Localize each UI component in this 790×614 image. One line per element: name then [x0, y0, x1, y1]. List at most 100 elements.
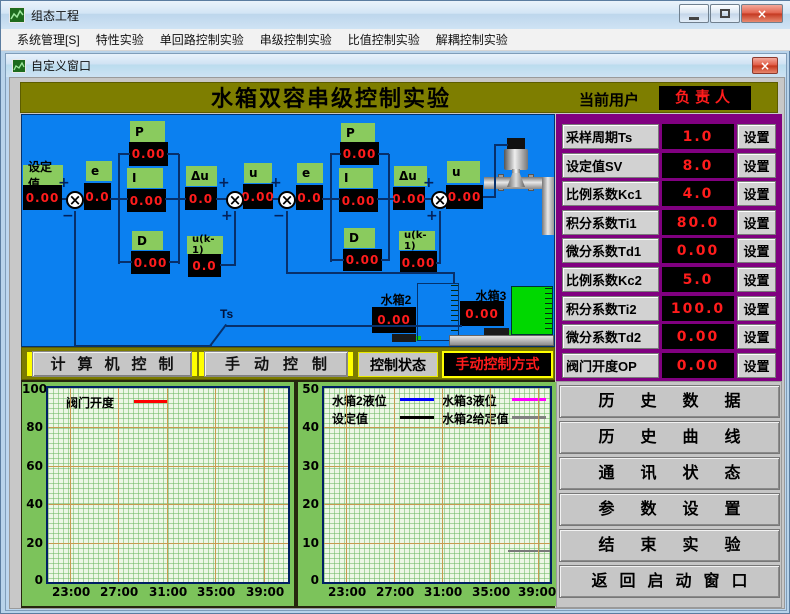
return-start-window-button[interactable]: 返回启动窗口	[559, 565, 780, 598]
l2-u-label: u	[447, 161, 480, 183]
l1-e-label: e	[86, 161, 112, 181]
menu-item-ratio[interactable]: 比值控制实验	[340, 29, 428, 50]
l2-i-value: 0.00	[339, 189, 378, 212]
l1-uk1-value: 0.0	[188, 254, 221, 277]
inner-close-button[interactable]: ×	[752, 57, 778, 74]
junction-sign: +	[426, 208, 438, 224]
page-title: 水箱双容串级控制实验	[171, 84, 491, 113]
l1-d-value: 0.00	[131, 251, 170, 274]
l1-p-label: P	[130, 121, 165, 142]
tank2-drain-valve-icon	[392, 334, 416, 342]
y-tick: 20	[298, 497, 319, 511]
l1-e-value: 0.0	[84, 183, 111, 210]
y-tick: 100	[22, 382, 43, 396]
junction-sign: +	[218, 175, 230, 191]
set-button[interactable]: 设置	[737, 124, 776, 149]
wire	[118, 198, 128, 200]
menu-item-system[interactable]: 系统管理[S]	[9, 29, 88, 50]
set-button[interactable]: 设置	[737, 153, 776, 178]
y-tick: 0	[22, 573, 43, 587]
param-value: 0.00	[662, 353, 734, 378]
summing-junction-icon: ×	[278, 191, 296, 209]
wire	[118, 261, 132, 263]
valve-trend-plot: 阀门开度	[46, 386, 290, 584]
x-tick: 31:00	[424, 585, 462, 599]
l2-uk1-label: u(k-1)	[399, 231, 435, 250]
tank2-level-value: 0.00	[372, 307, 416, 333]
major-gridline	[215, 388, 216, 582]
wire	[118, 154, 120, 264]
close-button[interactable]: ×	[741, 4, 783, 23]
app-window: 组态工程 × 系统管理[S] 特性实验 单回路控制实验 串级控制实验 比值控制实…	[0, 0, 790, 614]
param-label: 阀门开度OP	[562, 353, 659, 378]
set-button[interactable]: 设置	[737, 267, 776, 292]
inner-titlebar[interactable]: 自定义窗口 ×	[6, 54, 786, 77]
minimize-button[interactable]	[679, 4, 709, 23]
param-row-ti1: 积分系数Ti180.0设置	[562, 210, 776, 235]
window-controls: ×	[678, 4, 783, 23]
action-panel: 历史数据 历史曲线 通讯状态 参数设置 结束实验 返回启动窗口	[556, 381, 782, 608]
param-label: 微分系数Td1	[562, 238, 659, 263]
l1-d-label: D	[132, 231, 163, 250]
param-row-td1: 微分系数Td10.00设置	[562, 238, 776, 263]
y-tick: 60	[22, 459, 43, 473]
y-tick: 10	[298, 536, 319, 550]
param-setting-button[interactable]: 参数设置	[559, 493, 780, 526]
set-button[interactable]: 设置	[737, 296, 776, 321]
y-tick: 80	[22, 420, 43, 434]
end-experiment-button[interactable]: 结束实验	[559, 529, 780, 562]
set-button[interactable]: 设置	[737, 181, 776, 206]
wire	[118, 153, 130, 155]
computer-control-button[interactable]: 计算机控制	[32, 351, 192, 377]
l2-du-value: 0.00	[393, 187, 425, 210]
menu-item-characteristic[interactable]: 特性实验	[88, 29, 152, 50]
ts-sampling-label: Ts	[220, 307, 233, 321]
y-tick: 50	[298, 382, 319, 396]
x-tick: 31:00	[149, 585, 187, 599]
set-button[interactable]: 设置	[737, 353, 776, 378]
control-status-value: 手动控制方式	[442, 351, 553, 378]
history-data-button[interactable]: 历史数据	[559, 385, 780, 418]
set-button[interactable]: 设置	[737, 210, 776, 235]
charts-area: 100 80 60 40 20 0 阀门开度 23:00 27:00 31:00…	[21, 380, 555, 608]
legend-tank3-level: 水箱3液位	[442, 392, 497, 409]
wire	[330, 154, 332, 262]
major-gridline	[538, 388, 539, 582]
major-gridline	[48, 427, 288, 428]
major-gridline	[48, 543, 288, 544]
param-value: 5.0	[662, 267, 734, 292]
wire	[286, 272, 455, 274]
set-button[interactable]: 设置	[737, 324, 776, 349]
x-tick: 35:00	[472, 585, 510, 599]
set-button[interactable]: 设置	[737, 238, 776, 263]
x-tick: 39:00	[246, 585, 284, 599]
menu-item-cascade[interactable]: 串级控制实验	[252, 29, 340, 50]
l2-u-value: 0.00	[446, 185, 483, 209]
manual-control-button[interactable]: 手动控制	[204, 351, 348, 377]
tank3-scale	[545, 288, 552, 333]
app-icon	[9, 7, 25, 23]
param-row-sv: 设定值SV8.0设置	[562, 153, 776, 178]
l1-i-label: I	[127, 168, 163, 188]
legend-setpoint: 设定值	[332, 410, 368, 427]
param-value: 100.0	[662, 296, 734, 321]
major-gridline	[48, 504, 288, 505]
param-value: 80.0	[662, 210, 734, 235]
menu-item-decoupling[interactable]: 解耦控制实验	[428, 29, 516, 50]
y-tick: 40	[22, 497, 43, 511]
maximize-button[interactable]	[710, 4, 740, 23]
x-tick: 23:00	[328, 585, 366, 599]
y-tick: 30	[298, 459, 319, 473]
l2-e-label: e	[297, 163, 323, 183]
setpoint-value: 0.00	[23, 185, 62, 210]
param-value: 0.00	[662, 324, 734, 349]
comm-status-button[interactable]: 通讯状态	[559, 457, 780, 490]
major-gridline	[167, 388, 168, 582]
param-value: 1.0	[662, 124, 734, 149]
titlebar[interactable]: 组态工程 ×	[1, 1, 790, 29]
wire	[388, 154, 390, 261]
param-label: 比例系数Kc2	[562, 267, 659, 292]
history-curve-button[interactable]: 历史曲线	[559, 421, 780, 454]
menu-item-single-loop[interactable]: 单回路控制实验	[152, 29, 252, 50]
junction-sign: +	[221, 208, 233, 224]
